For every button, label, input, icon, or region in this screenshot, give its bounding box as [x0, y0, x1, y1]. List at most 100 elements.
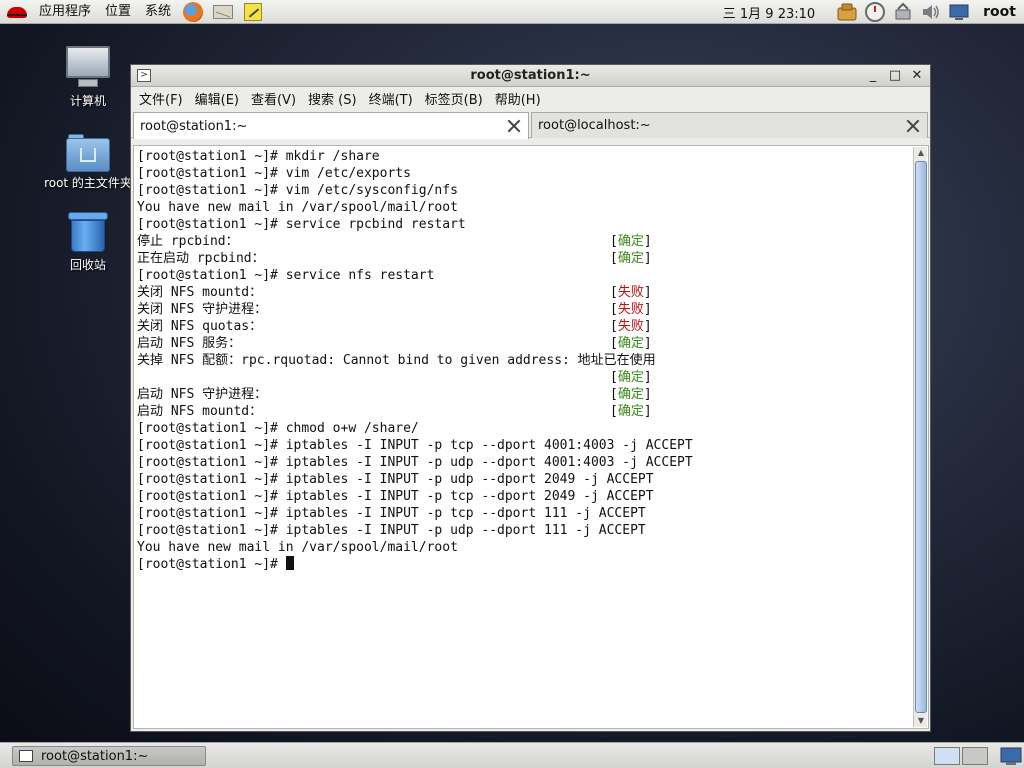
terminal-line: [root@station1 ~]# iptables -I INPUT -p … — [137, 488, 910, 505]
home-folder-icon — [66, 134, 110, 172]
terminal-cursor — [285, 556, 294, 570]
terminal-line: [root@station1 ~]# mkdir /share — [137, 148, 910, 165]
minimize-button[interactable]: _ — [864, 67, 882, 85]
maximize-button[interactable]: □ — [886, 67, 904, 85]
workspace-1[interactable] — [934, 747, 960, 765]
top-panel: 应用程序 位置 系统 三 1月 9 23:10 root — [0, 0, 1024, 24]
volume-icon[interactable] — [920, 1, 942, 23]
places-menu[interactable]: 位置 — [98, 0, 138, 24]
terminal-line: [root@station1 ~]# iptables -I INPUT -p … — [137, 454, 910, 471]
close-tab-icon[interactable] — [905, 118, 921, 134]
terminal-line: [root@station1 ~]# — [137, 556, 910, 573]
terminal-line: 启动 NFS mountd： [确定] — [137, 403, 910, 420]
applications-menu[interactable]: 应用程序 — [32, 0, 98, 24]
computer-icon — [64, 46, 112, 90]
terminal-line: [root@station1 ~]# iptables -I INPUT -p … — [137, 505, 910, 522]
terminal-line-text: 关闭 NFS 守护进程： — [137, 302, 268, 317]
desktop-icon-computer[interactable]: 计算机 — [38, 46, 138, 109]
terminal-line-text: 启动 NFS 服务： — [137, 336, 242, 351]
window-titlebar[interactable]: > root@station1:~ _ □ ✕ — [131, 65, 930, 87]
show-desktop-icon[interactable] — [1000, 746, 1022, 766]
desktop-icon-label: root 的主文件夹 — [44, 176, 132, 190]
workspace-2[interactable] — [962, 747, 988, 765]
desktop-icon-home[interactable]: root 的主文件夹 — [38, 134, 138, 191]
redhat-logo-icon[interactable] — [6, 3, 28, 21]
window-title: root@station1:~ — [470, 68, 591, 83]
menu-help[interactable]: 帮助(H) — [489, 89, 547, 108]
terminal-line-text: 启动 NFS mountd： — [137, 404, 263, 419]
terminal-line: [root@station1 ~]# vim /etc/exports — [137, 165, 910, 182]
terminal-line-text: [root@station1 ~]# chmod o+w /share/ — [137, 421, 419, 436]
terminal-line-text: [root@station1 ~]# iptables -I INPUT -p … — [137, 472, 654, 487]
terminal-line: 关掉 NFS 配额：rpc.rquotad: Cannot bind to gi… — [137, 352, 910, 369]
terminal-line-text: You have new mail in /var/spool/mail/roo… — [137, 540, 458, 555]
trash-icon — [68, 210, 108, 254]
system-menu[interactable]: 系统 — [138, 0, 178, 24]
firefox-icon[interactable] — [182, 1, 204, 23]
network-icon[interactable] — [892, 1, 914, 23]
menu-edit[interactable]: 编辑(E) — [189, 89, 245, 108]
terminal-line-text: 正在启动 rpcbind： — [137, 251, 265, 266]
terminal-line: [root@station1 ~]# iptables -I INPUT -p … — [137, 437, 910, 454]
tab-station1[interactable]: root@station1:~ — [133, 112, 529, 139]
terminal-line: 关闭 NFS quotas： [失败] — [137, 318, 910, 335]
display-icon[interactable] — [948, 1, 970, 23]
terminal-line: [root@station1 ~]# chmod o+w /share/ — [137, 420, 910, 437]
terminal-line-text: [root@station1 ~]# vim /etc/exports — [137, 166, 411, 181]
status-badge: [确定] — [610, 370, 652, 385]
status-badge: [确定] — [610, 404, 652, 419]
top-menu: 应用程序 位置 系统 — [32, 0, 178, 24]
terminal-line-text: [root@station1 ~]# service rpcbind resta… — [137, 217, 466, 232]
menu-view[interactable]: 查看(V) — [245, 89, 302, 108]
terminal-line-text: [root@station1 ~]# iptables -I INPUT -p … — [137, 455, 693, 470]
taskbar-item-terminal[interactable]: root@station1:~ — [12, 746, 206, 766]
status-badge: [失败] — [610, 285, 652, 300]
scroll-up-icon[interactable]: ▲ — [916, 148, 926, 158]
terminal-line: 启动 NFS 服务： [确定] — [137, 335, 910, 352]
status-badge: [失败] — [610, 302, 652, 317]
terminal-line-text: [root@station1 ~]# iptables -I INPUT -p … — [137, 523, 646, 538]
update-icon[interactable] — [836, 1, 858, 23]
terminal-line: [确定] — [137, 369, 910, 386]
terminal-line: [root@station1 ~]# iptables -I INPUT -p … — [137, 471, 910, 488]
terminal-line: You have new mail in /var/spool/mail/roo… — [137, 199, 910, 216]
menu-search[interactable]: 搜索 (S) — [302, 89, 363, 108]
terminal-output[interactable]: [root@station1 ~]# mkdir /share [root@sta… — [133, 145, 929, 729]
username[interactable]: root — [983, 4, 1016, 20]
menu-tabs[interactable]: 标签页(B) — [419, 89, 489, 108]
close-button[interactable]: ✕ — [908, 67, 926, 85]
tab-bar: root@station1:~ root@localhost:~ — [131, 110, 930, 139]
terminal-line-text: [root@station1 ~]# iptables -I INPUT -p … — [137, 438, 693, 453]
scroll-thumb[interactable] — [915, 161, 927, 713]
terminal-line-text: You have new mail in /var/spool/mail/roo… — [137, 200, 458, 215]
terminal-icon — [19, 750, 33, 762]
terminal-line: 停止 rpcbind： [确定] — [137, 233, 910, 250]
status-badge: [确定] — [610, 336, 652, 351]
terminal-line-text: [root@station1 ~]# vim /etc/sysconfig/nf… — [137, 183, 458, 198]
terminal-line-text: [root@station1 ~]# service nfs restart — [137, 268, 435, 283]
bottom-panel: root@station1:~ — [0, 742, 1024, 768]
terminal-line: [root@station1 ~]# vim /etc/sysconfig/nf… — [137, 182, 910, 199]
close-tab-icon[interactable] — [506, 118, 522, 134]
terminal-line-text: 关闭 NFS quotas： — [137, 319, 263, 334]
terminal-window: > root@station1:~ _ □ ✕ 文件(F) 编辑(E) 查看(V… — [130, 64, 931, 732]
tab-localhost[interactable]: root@localhost:~ — [531, 112, 928, 138]
notes-icon[interactable] — [242, 1, 264, 23]
scroll-down-icon[interactable]: ▼ — [916, 716, 926, 726]
terminal-line: 正在启动 rpcbind： [确定] — [137, 250, 910, 267]
menubar: 文件(F) 编辑(E) 查看(V) 搜索 (S) 终端(T) 标签页(B) 帮助… — [131, 87, 930, 110]
clock[interactable]: 三 1月 9 23:10 — [723, 3, 815, 22]
menu-file[interactable]: 文件(F) — [133, 89, 189, 108]
status-badge: [确定] — [610, 234, 652, 249]
menu-terminal[interactable]: 终端(T) — [363, 89, 419, 108]
terminal-line: 关闭 NFS mountd： [失败] — [137, 284, 910, 301]
terminal-line-text: 关掉 NFS 配额：rpc.rquotad: Cannot bind to gi… — [137, 353, 656, 368]
mail-icon[interactable] — [212, 1, 234, 23]
desktop-icon-label: 计算机 — [69, 94, 106, 108]
terminal-line: You have new mail in /var/spool/mail/roo… — [137, 539, 910, 556]
scrollbar[interactable]: ▲ ▼ — [913, 147, 927, 727]
desktop-icon-trash[interactable]: 回收站 — [38, 210, 138, 273]
clock-icon[interactable] — [864, 1, 886, 23]
tab-label: root@station1:~ — [140, 118, 248, 134]
terminal-line-text: [root@station1 ~]# — [137, 557, 286, 572]
